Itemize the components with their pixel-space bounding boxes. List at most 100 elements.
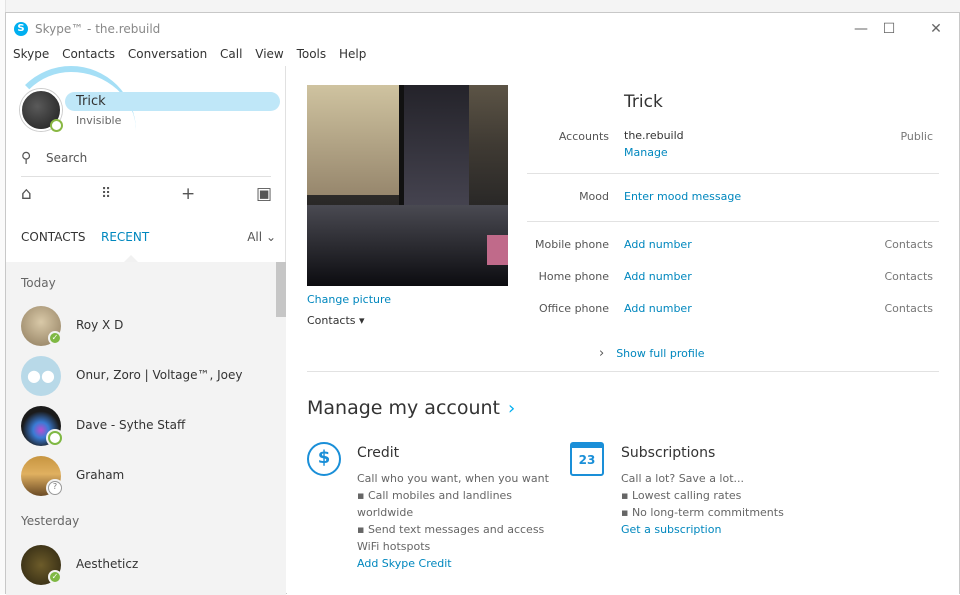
subscriptions-line: ▪ Lowest calling rates: [621, 489, 742, 502]
credit-dollar-icon: $: [307, 442, 341, 476]
online-status-icon: ✓: [48, 331, 62, 345]
divider: [527, 221, 939, 222]
skype-logo-icon: S: [14, 22, 28, 36]
divider: [21, 176, 271, 177]
profile-name[interactable]: Trick: [624, 92, 663, 112]
photo-detail: [487, 235, 508, 265]
credit-line: ▪ Send text messages and access: [357, 523, 545, 536]
search-label: Search: [46, 151, 88, 165]
my-status[interactable]: Invisible: [76, 114, 121, 127]
contact-name: Dave - Sythe Staff: [76, 418, 186, 432]
accounts-scope: Public: [900, 130, 933, 143]
credit-line: worldwide: [357, 506, 414, 519]
office-scope: Contacts: [884, 302, 933, 315]
credit-line: WiFi hotspots: [357, 540, 431, 553]
mobile-phone-label: Mobile phone: [534, 238, 609, 251]
search-box[interactable]: ⚲ Search: [21, 149, 271, 169]
list-item[interactable]: ✓ Roy X D: [6, 301, 276, 351]
chevron-right-icon: ›: [599, 346, 605, 361]
sidebar: Trick Invisible ⚲ Search ⌂ ⠿ + ▣ CONTACT…: [6, 66, 286, 595]
mood-input[interactable]: Enter mood message: [624, 190, 741, 203]
chevron-right-icon: ›: [508, 398, 516, 419]
away-status-icon: [48, 431, 62, 445]
menu-call[interactable]: Call: [220, 47, 242, 61]
manage-account-heading[interactable]: Manage my account ›: [307, 397, 515, 419]
my-name[interactable]: Trick: [65, 92, 280, 111]
tab-contacts[interactable]: CONTACTS: [21, 230, 86, 244]
profile-panel: Change picture Contacts ▾ Trick Accounts…: [287, 66, 959, 595]
change-picture-link[interactable]: Change picture: [307, 293, 391, 306]
contacts-directory-icon[interactable]: ▣: [256, 184, 272, 204]
my-avatar[interactable]: [20, 89, 63, 132]
dialpad-icon[interactable]: ⠿: [101, 186, 111, 202]
menu-contacts[interactable]: Contacts: [62, 47, 115, 61]
contact-name: Graham: [76, 468, 125, 482]
menu-view[interactable]: View: [255, 47, 283, 61]
show-full-profile-label: Show full profile: [616, 347, 705, 360]
skype-window: S Skype™ - the.rebuild — ☐ ✕ Skype Conta…: [5, 12, 960, 595]
office-phone-label: Office phone: [538, 302, 609, 315]
home-scope: Contacts: [884, 270, 933, 283]
contact-tabs: CONTACTS RECENT All ⌄: [21, 230, 276, 250]
credit-line: Call who you want, when you want: [357, 472, 549, 485]
accounts-value: the.rebuild: [624, 129, 684, 142]
accounts-label: Accounts: [558, 130, 609, 143]
calendar-icon: 23: [570, 442, 604, 476]
home-icon[interactable]: ⌂: [21, 184, 32, 204]
office-add-number-link[interactable]: Add number: [624, 302, 692, 315]
menu-conversation[interactable]: Conversation: [128, 47, 207, 61]
menu-tools[interactable]: Tools: [297, 47, 327, 61]
add-skype-credit-link[interactable]: Add Skype Credit: [357, 557, 452, 570]
menu-help[interactable]: Help: [339, 47, 366, 61]
tab-recent[interactable]: RECENT: [101, 230, 149, 244]
tab-indicator: [124, 255, 138, 262]
mobile-scope: Contacts: [884, 238, 933, 251]
background-window-edge: [0, 0, 960, 12]
scrollbar-thumb[interactable]: [276, 262, 286, 317]
contact-name: Roy X D: [76, 318, 124, 332]
filter-dropdown[interactable]: All ⌄: [247, 230, 276, 244]
list-item[interactable]: ✓ Aestheticz: [6, 540, 276, 590]
list-item[interactable]: ●● Onur, Zoro | Voltage™, Joey: [6, 351, 276, 401]
menu-bar: Skype Contacts Conversation Call View To…: [6, 47, 368, 65]
unknown-status-icon: ?: [48, 481, 62, 495]
home-phone-label: Home phone: [538, 270, 609, 283]
group-header-yesterday: Yesterday: [21, 514, 80, 528]
menu-skype[interactable]: Skype: [13, 47, 49, 61]
mood-label: Mood: [579, 190, 609, 203]
get-subscription-link[interactable]: Get a subscription: [621, 523, 721, 536]
divider: [527, 173, 939, 174]
profile-picture[interactable]: [307, 85, 508, 286]
mobile-add-number-link[interactable]: Add number: [624, 238, 692, 251]
credit-line: ▪ Call mobiles and landlines: [357, 489, 513, 502]
show-full-profile-link[interactable]: › Show full profile: [599, 346, 705, 361]
chevron-down-icon: ⌄: [265, 230, 276, 244]
contact-name: Aestheticz: [76, 557, 139, 571]
presence-status-icon: [50, 119, 63, 132]
picture-visibility-dropdown[interactable]: Contacts ▾: [307, 314, 365, 327]
maximize-button[interactable]: ☐: [874, 19, 904, 39]
manage-accounts-link[interactable]: Manage: [624, 146, 668, 159]
subscriptions-line: ▪ No long-term commitments: [621, 506, 784, 519]
contact-name: Onur, Zoro | Voltage™, Joey: [76, 368, 243, 382]
list-item[interactable]: ? Graham: [6, 451, 276, 501]
group-avatar-icon: ●●: [21, 356, 61, 396]
subscriptions-line: Call a lot? Save a lot...: [621, 472, 745, 485]
group-header-today: Today: [21, 276, 56, 290]
recent-list: Today ✓ Roy X D ●● Onur, Zoro | Voltage™…: [6, 262, 286, 595]
minimize-button[interactable]: —: [846, 19, 876, 39]
subscriptions-title: Subscriptions: [621, 445, 716, 461]
credit-title: Credit: [357, 445, 400, 461]
title-bar[interactable]: S Skype™ - the.rebuild — ☐ ✕: [6, 13, 959, 45]
toolbar: ⌂ ⠿ + ▣: [21, 184, 276, 210]
manage-account-title: Manage my account: [307, 397, 500, 419]
search-icon: ⚲: [21, 150, 32, 166]
photo-detail: [399, 85, 469, 225]
close-button[interactable]: ✕: [921, 19, 951, 39]
add-icon[interactable]: +: [181, 184, 195, 204]
photo-detail: [307, 205, 508, 286]
divider: [307, 371, 939, 372]
home-add-number-link[interactable]: Add number: [624, 270, 692, 283]
list-item[interactable]: Dave - Sythe Staff: [6, 401, 276, 451]
photo-detail: [307, 85, 399, 195]
